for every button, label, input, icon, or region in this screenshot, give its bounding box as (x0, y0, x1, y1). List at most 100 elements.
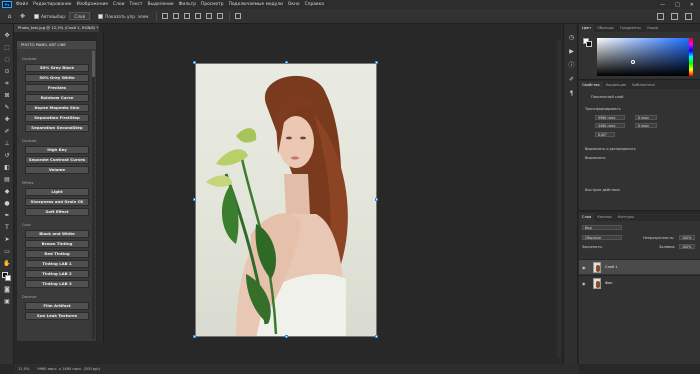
eye-icon[interactable]: ◉ (582, 265, 586, 270)
height-field[interactable]: 4480 пикс (595, 123, 625, 128)
align-center-icon[interactable] (172, 13, 179, 19)
search-icon[interactable] (657, 12, 664, 20)
action-button[interactable]: Tinting LAB 3 (25, 280, 89, 288)
transform-handle[interactable] (285, 335, 288, 338)
action-button[interactable]: Separate Contrast Curves (25, 156, 89, 164)
opacity-field[interactable]: 100% (679, 235, 695, 240)
tab-gradients[interactable]: Градиенты (617, 24, 644, 32)
quick-select-tool-icon[interactable]: ⊙ (3, 68, 11, 75)
action-button[interactable]: Black and White (25, 230, 89, 238)
marquee-tool-icon[interactable]: ⬚ (3, 44, 11, 51)
type-tool-icon[interactable]: T (3, 224, 11, 231)
action-button[interactable]: Light (25, 188, 89, 196)
align-right-icon[interactable] (183, 13, 190, 19)
transform-handle[interactable] (375, 61, 378, 64)
gradient-tool-icon[interactable]: ▤ (3, 176, 11, 183)
action-button[interactable]: Tinting LAB 2 (25, 270, 89, 278)
x-field[interactable]: 0 пикс (635, 115, 657, 120)
history-icon[interactable]: ◷ (568, 34, 575, 41)
action-button[interactable]: Separation FirstStep (25, 114, 89, 122)
blend-mode-dropdown[interactable]: Обычные (582, 235, 622, 240)
tab-channels[interactable]: Каналы (594, 213, 614, 221)
background-color-swatch[interactable] (5, 275, 11, 281)
shape-tool-icon[interactable]: ▭ (3, 248, 11, 255)
color-picker-field[interactable] (597, 38, 689, 76)
y-field[interactable]: 0 пикс (635, 123, 657, 128)
transform-handle[interactable] (193, 198, 196, 201)
tab-layers[interactable]: Слои (579, 213, 595, 221)
angle-field[interactable]: 0,00° (595, 132, 615, 137)
actions-panel-scrollbar[interactable] (92, 51, 95, 339)
move-tool-icon[interactable]: ✥ (19, 13, 26, 20)
menu-window[interactable]: Окно (288, 2, 300, 7)
width-field[interactable]: 9960 пикс (595, 115, 625, 120)
tab-color[interactable]: Цвет (579, 24, 595, 32)
action-button[interactable]: Separation SecondStep (25, 124, 89, 132)
align-bottom-icon[interactable] (216, 13, 223, 19)
menu-plugins[interactable]: Подключаемые модули (229, 2, 283, 7)
align-top-icon[interactable] (194, 13, 201, 19)
eraser-tool-icon[interactable]: ◧ (3, 164, 11, 171)
maximize-button[interactable]: □ (675, 2, 680, 8)
tab-libraries[interactable]: Библиотеки (629, 81, 658, 89)
transform-handle[interactable] (285, 61, 288, 64)
transform-handle[interactable] (375, 198, 378, 201)
transform-handle[interactable] (193, 335, 196, 338)
actions-icon[interactable]: ▶ (568, 48, 575, 55)
canvas-vertical-scrollbar[interactable] (557, 40, 561, 358)
brush-settings-icon[interactable]: ✐ (568, 76, 575, 83)
document-image[interactable] (195, 63, 377, 337)
action-button[interactable]: Tinting LAB 1 (25, 260, 89, 268)
menu-image[interactable]: Изображение (76, 2, 108, 7)
menu-filter[interactable]: Фильтр (179, 2, 196, 7)
action-button[interactable]: High Key (25, 146, 89, 154)
action-button[interactable]: Red Tinting (25, 250, 89, 258)
info-icon[interactable]: ⓘ (568, 62, 575, 69)
menu-edit[interactable]: Редактирование (33, 2, 71, 7)
eyedropper-tool-icon[interactable]: ✎ (3, 104, 11, 111)
brush-tool-icon[interactable]: ✐ (3, 128, 11, 135)
crop-tool-icon[interactable]: ⌗ (3, 80, 11, 87)
panel-collapse-strip[interactable] (97, 32, 104, 342)
hue-slider[interactable] (689, 38, 693, 76)
healing-tool-icon[interactable]: ✚ (3, 116, 11, 123)
show-controls-checkbox[interactable] (98, 13, 104, 19)
align-middle-icon[interactable] (205, 13, 212, 19)
action-button[interactable]: Brown Tinting (25, 240, 89, 248)
tab-properties[interactable]: Свойства (579, 81, 603, 89)
action-button[interactable]: Volume (25, 166, 89, 174)
pen-tool-icon[interactable]: ✒ (3, 212, 11, 219)
layer-row[interactable]: ◉ Фон (579, 275, 700, 290)
action-button[interactable]: Sun Leak Textures (25, 312, 89, 320)
menu-view[interactable]: Просмотр (201, 2, 224, 7)
action-button[interactable]: Rainbow Curve (25, 94, 89, 102)
zoom-level[interactable]: 12,5% (18, 364, 29, 374)
history-brush-icon[interactable]: ↺ (3, 152, 11, 159)
document-tab[interactable]: Photo_test.jpg @ 12,5% (Слой 1, RGB/8) * (14, 24, 99, 32)
share-icon[interactable] (685, 12, 692, 20)
tab-paths[interactable]: Контуры (615, 213, 637, 221)
quick-mask-icon[interactable]: ◙ (3, 286, 11, 293)
dodge-tool-icon[interactable]: ● (3, 200, 11, 207)
transform-handle[interactable] (375, 335, 378, 338)
move-tool-icon[interactable]: ✥ (3, 32, 11, 39)
screen-mode-icon[interactable]: ▣ (3, 298, 11, 305)
action-button[interactable]: Kopчe Mapeнta Skin (25, 104, 89, 112)
action-button[interactable]: Film Artifact (25, 302, 89, 310)
action-button[interactable]: Soft Effect (25, 208, 89, 216)
workspace-icon[interactable] (671, 12, 678, 20)
blur-tool-icon[interactable]: ◆ (3, 188, 11, 195)
color-background-swatch[interactable] (586, 41, 592, 47)
home-icon[interactable]: ⌂ (6, 13, 13, 20)
auto-select-checkbox[interactable] (34, 13, 39, 19)
close-button[interactable]: ✕ (690, 2, 694, 8)
menu-file[interactable]: Файл (16, 2, 28, 7)
tab-adjustments[interactable]: Коррекция (603, 81, 630, 89)
menu-help[interactable]: Справка (305, 2, 324, 7)
eye-icon[interactable]: ◉ (582, 281, 586, 286)
distribute-icon[interactable] (234, 13, 241, 19)
frame-tool-icon[interactable]: ⊠ (3, 92, 11, 99)
path-select-tool-icon[interactable]: ➤ (3, 236, 11, 243)
layer-filter-dropdown[interactable]: Вид (582, 225, 622, 230)
hand-tool-icon[interactable]: ✋ (3, 260, 11, 267)
